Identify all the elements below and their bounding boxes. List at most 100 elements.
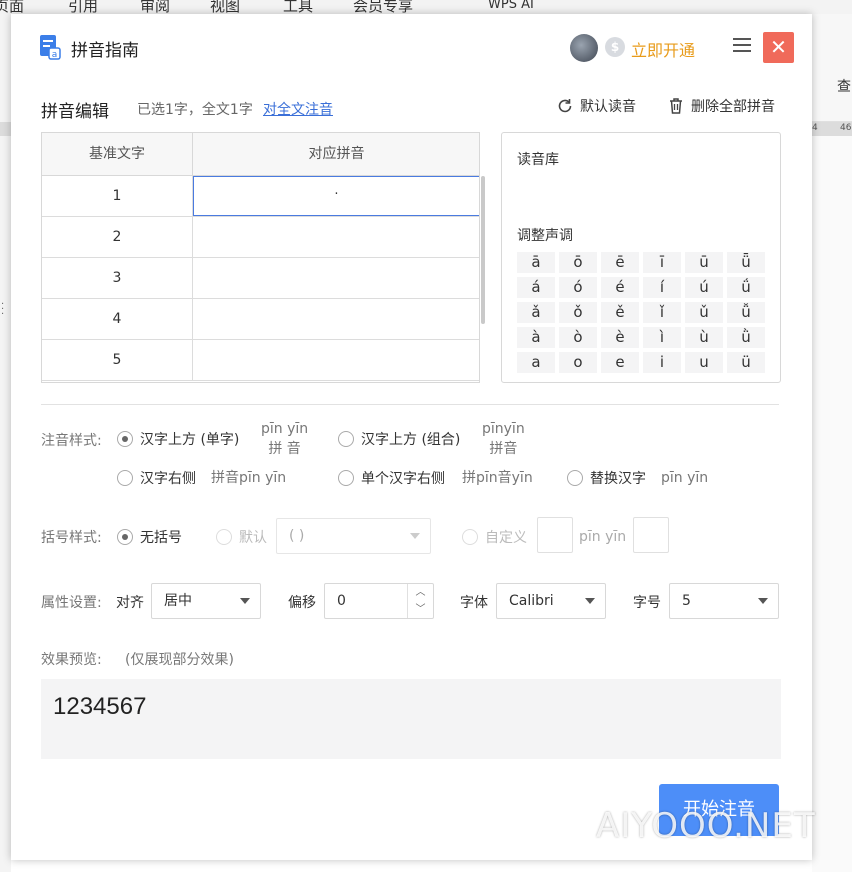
tone-button[interactable]: á	[517, 277, 555, 298]
table-row: 4	[42, 299, 479, 340]
attribute-settings-label: 属性设置:	[41, 595, 102, 611]
bracket-default-option[interactable]: 默认	[216, 527, 267, 547]
size-select[interactable]: 5	[669, 583, 779, 619]
menu-item[interactable]: 视图	[210, 0, 240, 14]
tone-button[interactable]: ú	[685, 277, 723, 298]
tone-button[interactable]: ǐ	[643, 302, 681, 323]
sample-top: pīnyīn	[482, 421, 525, 437]
avatar[interactable]	[570, 34, 598, 62]
tone-button[interactable]: é	[601, 277, 639, 298]
menu-item[interactable]: 工具	[283, 0, 313, 14]
tone-button[interactable]: o	[559, 352, 597, 373]
table-scrollbar[interactable]	[481, 176, 485, 324]
base-char-cell: 4	[42, 299, 193, 339]
radio-icon	[117, 470, 133, 486]
delete-all-pinyin-button[interactable]: 删除全部拼音	[667, 96, 775, 116]
tone-button[interactable]: ù	[685, 327, 723, 348]
radio-selected-icon	[117, 529, 133, 545]
style-option-right[interactable]: 汉字右侧	[117, 468, 196, 488]
drag-handle[interactable]: · · ·	[1, 300, 4, 320]
tone-button[interactable]: ǖ	[727, 252, 765, 273]
tone-button[interactable]: ǎ	[517, 302, 555, 323]
tone-button[interactable]: a	[517, 352, 555, 373]
radio-icon	[338, 470, 354, 486]
pinyin-input-cell[interactable]	[193, 299, 479, 339]
tone-button[interactable]: ü	[727, 352, 765, 373]
tone-button[interactable]: i	[643, 352, 681, 373]
tone-button[interactable]: í	[643, 277, 681, 298]
menu-item[interactable]: 页面	[0, 0, 24, 14]
font-select[interactable]: Calibri	[496, 583, 606, 619]
bracket-sample: pīn yīn	[579, 529, 627, 545]
style-option-single-right[interactable]: 单个汉字右侧	[338, 468, 445, 488]
custom-left-bracket-input[interactable]	[537, 517, 573, 553]
select-value: Calibri	[509, 593, 554, 609]
hamburger-menu-icon[interactable]	[733, 38, 751, 54]
pinyin-input-cell[interactable]: ·	[193, 176, 479, 216]
bracket-none-option[interactable]: 无括号	[117, 527, 182, 547]
table-row: 1 ·	[42, 176, 479, 217]
tone-button[interactable]: u	[685, 352, 723, 373]
tone-button[interactable]: à	[517, 327, 555, 348]
close-button[interactable]: ✕	[763, 32, 794, 63]
menu-item[interactable]: 会员专享	[353, 0, 413, 14]
option-label: 替换汉字	[590, 471, 646, 487]
tone-grid: ā ō ē ī ū ǖ á ó é í ú ǘ ǎ ǒ ě ǐ ǔ ǚ à ò …	[517, 252, 765, 373]
font-label: 字体	[460, 595, 488, 611]
radio-icon	[338, 431, 354, 447]
preview-text: 1234567	[53, 693, 147, 720]
tone-button[interactable]: ū	[685, 252, 723, 273]
custom-right-bracket-input[interactable]	[633, 517, 669, 553]
tone-button[interactable]: è	[601, 327, 639, 348]
pinyin-input-cell[interactable]	[193, 340, 479, 380]
align-select[interactable]: 居中	[151, 583, 261, 619]
tone-button[interactable]: ǚ	[727, 302, 765, 323]
stepper-controls: ︿ ﹀	[407, 584, 433, 618]
chevron-down-icon	[585, 598, 595, 604]
style-option-above-group[interactable]: 汉字上方 (组合)	[338, 429, 460, 449]
bracket-default-select[interactable]: ( )	[276, 518, 431, 554]
style-option-above-single[interactable]: 汉字上方 (单字)	[117, 429, 239, 449]
tone-button[interactable]: ě	[601, 302, 639, 323]
bracket-custom-option[interactable]: 自定义	[462, 527, 527, 547]
annotate-full-text-link[interactable]: 对全文注音	[263, 99, 333, 119]
tone-button[interactable]: ó	[559, 277, 597, 298]
tone-button[interactable]: ǔ	[685, 302, 723, 323]
tone-button[interactable]: ǘ	[727, 277, 765, 298]
chevron-up-icon[interactable]: ︿	[408, 584, 433, 601]
sample-bottom: 拼 音	[268, 441, 301, 457]
style-option-replace[interactable]: 替换汉字	[567, 468, 646, 488]
chevron-down-icon	[410, 533, 420, 539]
default-reading-button[interactable]: 默认读音	[556, 96, 636, 116]
radio-icon	[216, 529, 232, 545]
menu-item-wps-ai[interactable]: WPS AI	[488, 0, 534, 12]
tone-button[interactable]: ì	[643, 327, 681, 348]
style-sample: 拼音pīn yīn	[211, 470, 287, 486]
preview-box: 1234567	[41, 679, 781, 759]
tone-button[interactable]: ò	[559, 327, 597, 348]
pinyin-input-cell[interactable]	[193, 217, 479, 257]
tone-button[interactable]: ā	[517, 252, 555, 273]
table-row: 3	[42, 258, 479, 299]
tone-button[interactable]: ē	[601, 252, 639, 273]
option-label: 汉字上方 (组合)	[361, 432, 461, 448]
pinyin-guide-dialog: a 拼音指南 $ 立即开通 ✕ 拼音编辑 已选1字，全文1字 对全文注音 默认读…	[11, 14, 812, 860]
tone-button[interactable]: e	[601, 352, 639, 373]
tone-button[interactable]: ǜ	[727, 327, 765, 348]
chevron-down-icon[interactable]: ﹀	[408, 601, 433, 618]
menu-item[interactable]: 审阅	[140, 0, 170, 14]
tone-button[interactable]: ī	[643, 252, 681, 273]
pinyin-input-cell[interactable]	[193, 258, 479, 298]
pinyin-table: 基准文字 对应拼音 1 · 2 3 4 5	[41, 132, 480, 383]
offset-stepper[interactable]: 0 ︿ ﹀	[324, 583, 434, 619]
ribbon-label[interactable]: 查	[837, 76, 851, 96]
base-char-cell: 3	[42, 258, 193, 298]
option-label: 单个汉字右侧	[361, 471, 445, 487]
left-gutter	[0, 14, 11, 872]
tone-button[interactable]: ō	[559, 252, 597, 273]
tone-button[interactable]: ǒ	[559, 302, 597, 323]
option-label: 汉字上方 (单字)	[140, 432, 240, 448]
trash-icon	[670, 98, 682, 114]
menu-item[interactable]: 引用	[68, 0, 98, 14]
vip-activate-link[interactable]: 立即开通	[631, 37, 695, 61]
